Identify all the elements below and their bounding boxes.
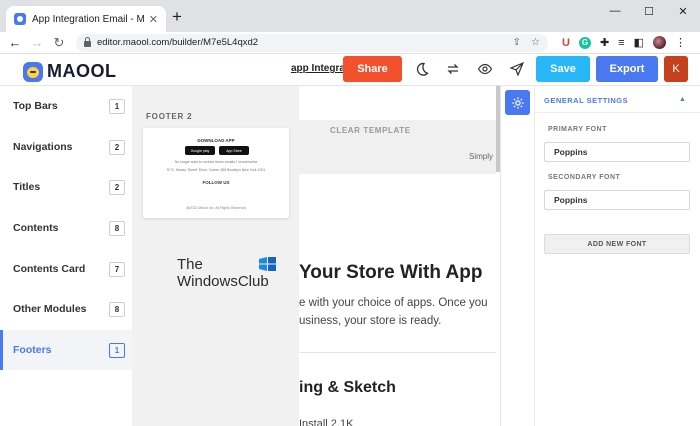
paragraph-line: e with your choice of apps. Once you — [299, 297, 488, 309]
general-settings-panel: GENERAL SETTINGS ▲ PRIMARY FONT Poppins … — [535, 86, 700, 426]
logo-text: MAOOL — [47, 61, 117, 81]
profile-avatar[interactable] — [653, 36, 666, 49]
sidebar-item-count: 1 — [109, 99, 125, 114]
user-avatar[interactable]: K — [664, 56, 688, 82]
module-sidebar: Top Bars 1 Navigations 2 Titles 2 Conten… — [0, 86, 133, 426]
sidebar-item-label: Contents — [13, 222, 59, 234]
sidebar-item-label: Titles — [13, 181, 41, 193]
canvas-snippet-text: Simply — [469, 152, 494, 161]
sidebar-item-footers[interactable]: Footers 1 — [0, 330, 133, 370]
url-text[interactable]: editor.maool.com/builder/M7e5L4qxd2 — [97, 37, 513, 48]
secondary-font-label: SECONDARY FONT — [548, 174, 621, 181]
secondary-font-input[interactable]: Poppins — [544, 190, 690, 210]
back-arrow-icon[interactable]: ← — [4, 35, 26, 50]
add-new-font-button[interactable]: ADD NEW FONT — [544, 234, 690, 254]
switch-arrows-icon[interactable] — [445, 61, 461, 77]
email-canvas: CLEAR TEMPLATE Simply Your Store With Ap… — [299, 86, 500, 426]
new-tab-button[interactable]: + — [172, 7, 182, 27]
app-store-badge: App Store — [219, 146, 249, 155]
flyout-title: FOOTER 2 — [146, 112, 193, 121]
sidebar-item-top-bars[interactable]: Top Bars 1 — [0, 86, 133, 126]
settings-rail — [501, 86, 535, 426]
maool-favicon-icon — [14, 13, 26, 25]
general-settings-heading[interactable]: GENERAL SETTINGS — [544, 96, 628, 105]
tab-close-icon[interactable]: ✕ — [149, 13, 158, 26]
side-panel-icon[interactable]: ◧ — [634, 36, 644, 49]
section-heading[interactable]: ing & Sketch — [299, 379, 396, 397]
settings-divider — [535, 112, 700, 113]
template-name[interactable]: app Integration Email — [291, 63, 343, 74]
watermark-line: The — [177, 256, 203, 273]
sidebar-item-label: Navigations — [13, 141, 73, 153]
address-line: 97 E. Mosey 'Street' Drive, Comer 456 Br… — [166, 168, 266, 172]
share-page-icon[interactable]: ⇪ — [513, 37, 521, 48]
preview-eye-icon[interactable] — [477, 61, 493, 77]
sidebar-item-label: Footers — [13, 344, 52, 356]
unsubscribe-line: No longer want to receive these emails? … — [174, 160, 258, 164]
kebab-menu-icon[interactable]: ⋮ — [675, 36, 686, 49]
puzzle-extensions-icon[interactable]: ✚ — [600, 36, 609, 49]
sidebar-item-count: 8 — [109, 221, 125, 236]
download-app-heading: DOWNLOAD APP — [197, 138, 235, 143]
window-controls: — ☐ ✕ — [598, 0, 700, 22]
sidebar-item-count: 2 — [109, 140, 125, 155]
maximize-button[interactable]: ☐ — [632, 0, 666, 22]
sidebar-item-count: 8 — [109, 302, 125, 317]
watermark-line: WindowsClub — [177, 273, 269, 290]
grammarly-extension-icon[interactable]: G — [578, 36, 591, 49]
copyright-line: @2022 Maool Inc. All Rights Reserved — [186, 206, 246, 210]
export-button[interactable]: Export — [596, 56, 658, 82]
primary-font-label: PRIMARY FONT — [548, 126, 607, 133]
primary-font-input[interactable]: Poppins — [544, 142, 690, 162]
maool-logo-icon — [23, 61, 43, 82]
dark-mode-moon-icon[interactable] — [414, 61, 430, 77]
maool-logo[interactable]: MAOOL — [23, 61, 117, 82]
reading-list-icon[interactable]: ≡ — [618, 37, 624, 49]
sidebar-item-label: Contents Card — [13, 263, 86, 275]
canvas-toolbar: CLEAR TEMPLATE Simply — [299, 120, 496, 174]
store-badges: Google play App Store — [185, 146, 249, 155]
browser-tabstrip: App Integration Email - Maool ✕ + — ☐ ✕ — [0, 0, 700, 32]
sidebar-item-contents[interactable]: Contents 8 — [0, 208, 133, 248]
browser-toolbar: ← → ↻ editor.maool.com/builder/M7e5L4qxd… — [0, 32, 700, 54]
extension-icons: U G ✚ ≡ ◧ ⋮ — [562, 36, 686, 49]
gear-icon — [511, 96, 524, 109]
sidebar-item-count: 2 — [109, 180, 125, 195]
bookmark-star-icon[interactable]: ☆ — [531, 37, 540, 48]
sidebar-item-label: Other Modules — [13, 303, 87, 315]
install-count-text[interactable]: Install 2.1K — [299, 418, 353, 426]
close-window-button[interactable]: ✕ — [666, 0, 700, 22]
address-bar[interactable]: editor.maool.com/builder/M7e5L4qxd2 ⇪ ☆ — [76, 33, 548, 52]
paragraph-line: usiness, your store is ready. — [299, 315, 442, 327]
app-header: MAOOL app Integration Email Share Save E… — [0, 54, 700, 86]
watermark-logo-icon — [259, 257, 276, 271]
sidebar-item-titles[interactable]: Titles 2 — [0, 167, 133, 207]
collapse-caret-icon[interactable]: ▲ — [679, 96, 686, 103]
sidebar-item-count: 7 — [109, 262, 125, 277]
share-button[interactable]: Share — [343, 56, 402, 82]
sidebar-item-contents-card[interactable]: Contents Card 7 — [0, 249, 133, 289]
content-paragraph[interactable]: e with your choice of apps. Once you usi… — [299, 294, 488, 330]
browser-tab[interactable]: App Integration Email - Maool ✕ — [6, 6, 166, 32]
settings-gear-button[interactable] — [505, 90, 530, 115]
tab-title: App Integration Email - Maool — [32, 13, 145, 25]
sidebar-item-navigations[interactable]: Navigations 2 — [0, 127, 133, 167]
canvas-divider — [299, 352, 496, 353]
google-play-badge: Google play — [185, 146, 215, 155]
sidebar-item-label: Top Bars — [13, 100, 58, 112]
minimize-button[interactable]: — — [598, 0, 632, 22]
reload-icon[interactable]: ↻ — [48, 35, 70, 51]
footer-template-card[interactable]: DOWNLOAD APP Google play App Store No lo… — [143, 128, 289, 218]
content-heading[interactable]: Your Store With App — [299, 262, 482, 284]
watermark-text: The WindowsClub — [177, 256, 269, 290]
send-test-icon[interactable] — [509, 61, 525, 77]
follow-us-heading: FOLLOW US — [202, 180, 230, 185]
sidebar-item-count: 1 — [109, 343, 125, 358]
forward-arrow-icon[interactable]: → — [26, 35, 48, 50]
clear-template-button[interactable]: CLEAR TEMPLATE — [330, 126, 411, 135]
sidebar-item-other-modules[interactable]: Other Modules 8 — [0, 289, 133, 329]
lock-icon[interactable] — [84, 37, 91, 47]
save-button[interactable]: Save — [536, 56, 590, 82]
ublock-extension-icon[interactable]: U — [562, 37, 570, 49]
